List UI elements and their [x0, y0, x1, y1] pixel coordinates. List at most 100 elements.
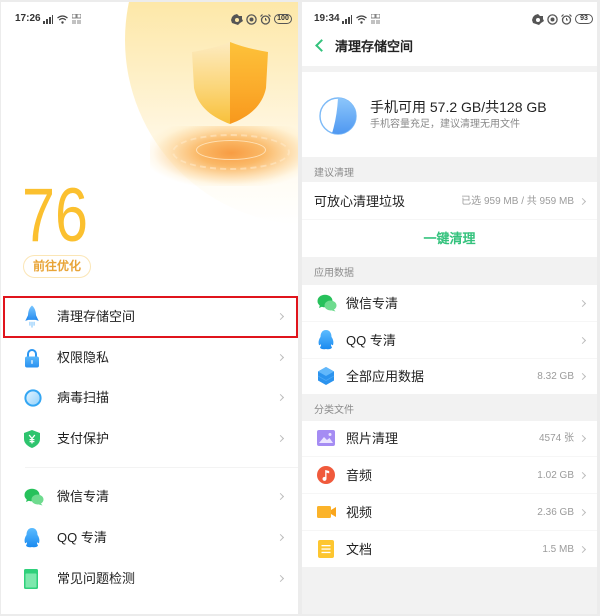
audio-icon	[317, 466, 335, 484]
virus-scan-icon	[24, 389, 42, 407]
header-separator	[302, 66, 597, 72]
row-label: QQ 专清	[346, 333, 396, 348]
video-icon	[317, 506, 336, 518]
status-left-icons	[43, 13, 81, 25]
problem-detection-icon	[24, 569, 38, 589]
signal-icon	[43, 14, 53, 24]
row-label: 音频	[346, 468, 373, 483]
storage-headline: 手机可用 57.2 GB/共128 GB	[370, 99, 547, 115]
row-value: 1.5 MB	[542, 544, 574, 555]
row-safe-junk[interactable]: 可放心清理垃圾 已选 959 MB / 共 959 MB	[302, 182, 597, 220]
notification-icon	[532, 13, 544, 25]
row-audio[interactable]: 音频 1.02 GB	[302, 457, 597, 494]
page-title: 清理存储空间	[335, 39, 414, 54]
menu-item-label: QQ 专清	[57, 530, 107, 545]
chevron-right-icon	[578, 434, 587, 443]
chevron-right-icon	[578, 508, 587, 517]
menu-item-problem-detection[interactable]: 常见问题检测	[1, 559, 298, 599]
row-documents[interactable]: 文档 1.5 MB	[302, 531, 597, 568]
chevron-right-icon	[276, 393, 285, 402]
battery-indicator: 100	[274, 14, 292, 24]
row-wechat-clean[interactable]: 微信专清	[302, 285, 597, 322]
row-all-app-data[interactable]: 全部应用数据 8.32 GB	[302, 358, 597, 395]
do-not-disturb-icon	[246, 13, 257, 25]
signal-icon	[342, 14, 352, 24]
section-header-file-categories: 分类文件	[302, 394, 597, 421]
status-right-icons: 93	[532, 12, 593, 26]
back-button[interactable]	[315, 39, 328, 52]
row-label: 视频	[346, 505, 373, 520]
chevron-right-icon	[578, 197, 587, 206]
app-data-cube-icon	[317, 367, 335, 385]
highlight-annotation-box	[3, 296, 298, 338]
section-header-suggested: 建议清理	[302, 157, 597, 182]
alarm-icon	[561, 13, 572, 25]
menu-item-payment-protection[interactable]: 支付保护	[1, 419, 298, 459]
row-label: 全部应用数据	[346, 369, 425, 384]
wechat-icon	[317, 294, 337, 312]
document-icon	[318, 540, 334, 558]
menu-item-label: 支付保护	[57, 431, 110, 446]
storage-usage-pie-icon	[319, 97, 357, 135]
menu-item-label: 常见问题检测	[57, 571, 136, 586]
wechat-icon	[24, 488, 44, 506]
photo-icon	[317, 430, 335, 446]
battery-indicator: 93	[575, 14, 593, 24]
wifi-icon	[57, 14, 68, 24]
section-title: 应用数据	[314, 268, 354, 279]
data-activity-icon	[72, 14, 81, 24]
shield-platform-glow	[150, 126, 298, 186]
chevron-right-icon	[578, 545, 587, 554]
menu-item-virus-scan[interactable]: 病毒扫描	[1, 378, 298, 418]
row-label: 可放心清理垃圾	[314, 194, 406, 209]
chevron-right-icon	[276, 533, 285, 542]
alarm-icon	[260, 13, 271, 25]
section-title: 分类文件	[314, 405, 354, 416]
menu-group-divider	[25, 467, 298, 468]
row-value: 8.32 GB	[537, 371, 574, 382]
status-right-icons: 100	[231, 12, 292, 26]
security-shield-icon	[192, 42, 268, 124]
chevron-right-icon	[578, 471, 587, 480]
security-home-screen: 17:26 100 76 前往优化 清理存储空间 权限隐私 病毒扫描 支付保护 …	[1, 2, 298, 614]
row-photo-clean[interactable]: 照片清理 4574 张	[302, 420, 597, 457]
menu-item-wechat-clean[interactable]: 微信专清	[1, 477, 298, 517]
row-label: 微信专清	[346, 296, 399, 311]
menu-item-label: 微信专清	[57, 489, 110, 504]
chevron-right-icon	[276, 492, 285, 501]
qq-icon	[318, 330, 334, 350]
glow-inner-ring	[196, 140, 266, 160]
menu-item-label: 病毒扫描	[57, 390, 110, 405]
menu-item-qq-clean[interactable]: QQ 专清	[1, 518, 298, 558]
row-value: 2.36 GB	[537, 507, 574, 518]
menu-item-label: 权限隐私	[57, 350, 110, 365]
do-not-disturb-icon	[547, 13, 558, 25]
chevron-right-icon	[578, 299, 587, 308]
section-header-app-data: 应用数据	[302, 257, 597, 285]
row-label: 照片清理	[346, 431, 399, 446]
row-value: 1.02 GB	[537, 470, 574, 481]
clean-storage-screen: 19:34 93 清理存储空间 手机可用 57.2 GB/共128 GB 手机容…	[302, 2, 597, 614]
chevron-right-icon	[276, 353, 285, 362]
one-click-clean-button[interactable]: 一键清理	[302, 220, 597, 257]
qq-icon	[24, 528, 40, 548]
row-value: 4574 张	[538, 433, 574, 444]
row-video[interactable]: 视频 2.36 GB	[302, 494, 597, 531]
chevron-right-icon	[276, 434, 285, 443]
optimize-button[interactable]: 前往优化	[23, 255, 91, 278]
menu-item-permissions-privacy[interactable]: 权限隐私	[1, 338, 298, 378]
security-score: 76	[22, 173, 88, 258]
status-left-icons	[342, 13, 380, 25]
status-time: 17:26	[15, 13, 41, 24]
storage-hint: 手机容量充足，建议清理无用文件	[370, 119, 520, 130]
data-activity-icon	[371, 14, 380, 24]
chevron-right-icon	[578, 336, 587, 345]
payment-protection-icon	[24, 430, 40, 448]
row-qq-clean[interactable]: QQ 专清	[302, 322, 597, 359]
section-title: 建议清理	[314, 168, 354, 179]
chevron-right-icon	[276, 574, 285, 583]
lock-icon	[25, 349, 39, 368]
wifi-icon	[356, 14, 367, 24]
notification-icon	[231, 13, 243, 25]
status-time: 19:34	[314, 13, 340, 24]
